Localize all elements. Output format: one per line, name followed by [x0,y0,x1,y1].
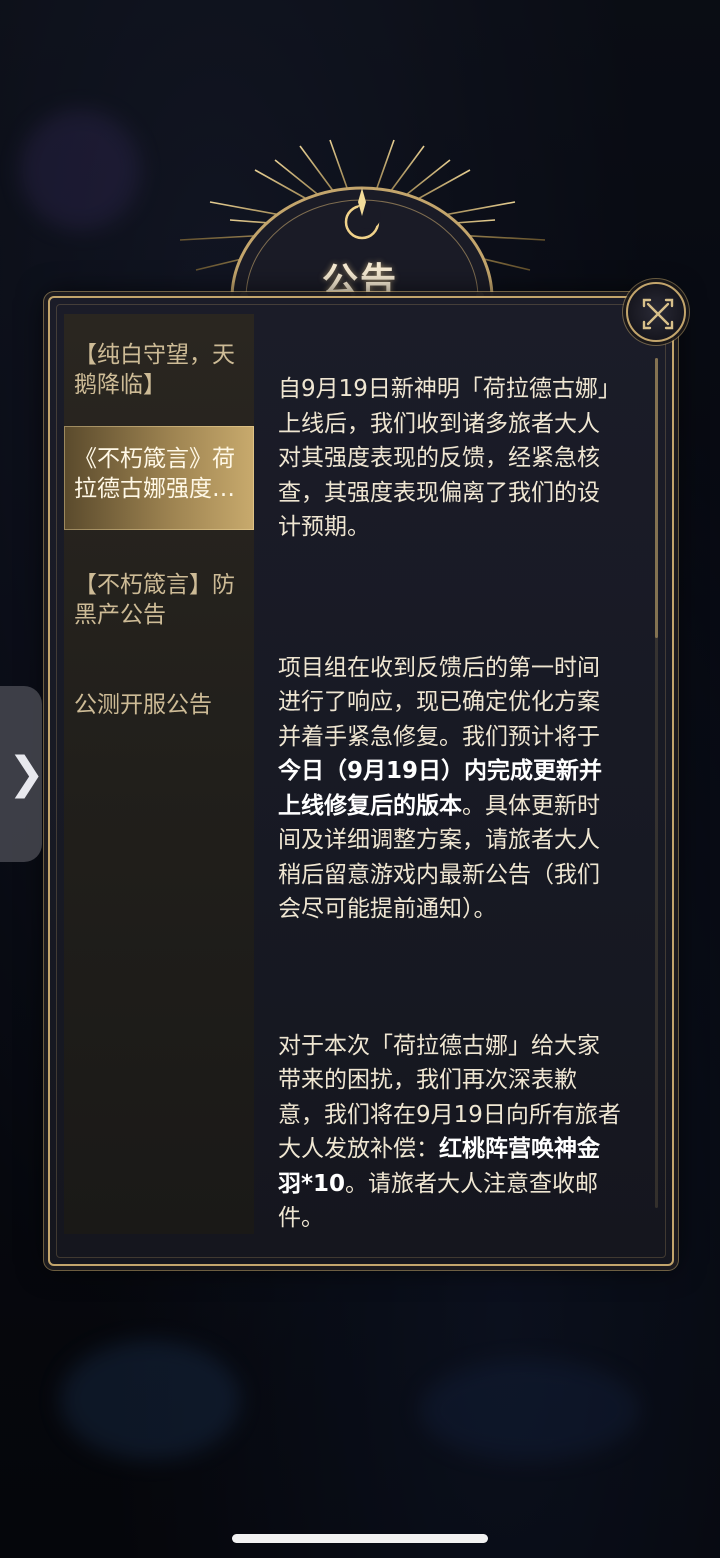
announcement-item-line: 公测开服公告 [74,692,212,718]
text-line: 自9月19日新神明「荷拉德古娜」 [278,376,621,402]
text-line: 查，其强度表现偏离了我们的设 [278,479,600,506]
paragraph-2: 项目组在收到反馈后的第一时间 进行了响应，现已确定优化方案 并着手紧急修复。我们… [278,651,653,927]
bold-text: 今日（9月19日）内完成更新并 [278,758,603,784]
text-line: 稍后留意游戏内最新公告（我们 [278,861,600,888]
text-line: 上线后，我们收到诸多旅者大人 [278,410,600,437]
text-line: 间及详细调整方案，请旅者大人 [278,827,600,853]
paragraph-3: 对于本次「荷拉德古娜」给大家 带来的困扰，我们再次深表歉 意，我们将在9月19日… [278,1029,653,1236]
announcement-item-launch[interactable]: 公测开服公告 [64,690,254,720]
edge-expand-tab[interactable]: ❯ [0,686,45,862]
bold-text: 羽*10 [278,1170,346,1197]
bold-text: 上线修复后的版本 [278,792,462,819]
chevron-right-icon: ❯ [8,748,45,799]
announcement-item-herladguna[interactable]: 《不朽箴言》荷 拉德古娜强度… [64,426,254,530]
announcement-body: 自9月19日新神明「荷拉德古娜」 上线后，我们收到诸多旅者大人 对其强度表现的反… [278,372,653,1236]
content-scrollbar[interactable] [655,358,658,1208]
announcement-item-line: 【不朽箴言】防 [74,572,235,598]
announcement-item-line: 黑产公告 [74,602,166,628]
close-button[interactable] [626,282,686,342]
text-line: 带来的困扰，我们再次深表歉 [278,1067,577,1093]
announcement-item-anti-fraud[interactable]: 【不朽箴言】防 黑产公告 [64,570,254,630]
announcement-list: 【纯白守望，天 鹅降临】 《不朽箴言》荷 拉德古娜强度… 【不朽箴言】防 黑产公… [64,314,254,1234]
paragraph-1: 自9月19日新神明「荷拉德古娜」 上线后，我们收到诸多旅者大人 对其强度表现的反… [278,372,653,545]
bold-text: 红桃阵营唤神金 [439,1136,600,1162]
text-line: 件。 [278,1205,324,1231]
announcement-panel: 【纯白守望，天 鹅降临】 《不朽箴言》荷 拉德古娜强度… 【不朽箴言】防 黑产公… [48,296,674,1266]
home-indicator[interactable] [232,1534,488,1543]
text-line: 大人发放补偿： [278,1136,439,1162]
text-line: 进行了响应，现已确定优化方案 [278,689,600,715]
scrollbar-thumb[interactable] [655,358,658,638]
text-line: 计预期。 [278,514,370,540]
text-line: 对于本次「荷拉德古娜」给大家 [278,1032,600,1059]
text-line: 。具体更新时 [462,792,600,819]
announcement-item-line: 鹅降临】 [74,372,166,398]
text-line: 项目组在收到反馈后的第一时间 [278,654,600,681]
text-line: 并着手紧急修复。我们预计将于 [278,723,600,750]
text-line: 对其强度表现的反馈，经紧急核 [278,445,600,471]
text-line: 。请旅者大人注意查收邮 [345,1170,599,1197]
close-x-icon [642,298,674,330]
text-line: 意，我们将在9月19日向所有旅者 [278,1101,621,1128]
announcement-item-line: 拉德古娜强度… [74,476,235,502]
text-line: 会尽可能提前通知）。 [278,896,497,922]
announcement-item-line: 《不朽箴言》荷 [74,446,235,472]
announcement-item-swan[interactable]: 【纯白守望，天 鹅降临】 [64,340,254,400]
announcement-item-line: 【纯白守望，天 [74,342,235,368]
